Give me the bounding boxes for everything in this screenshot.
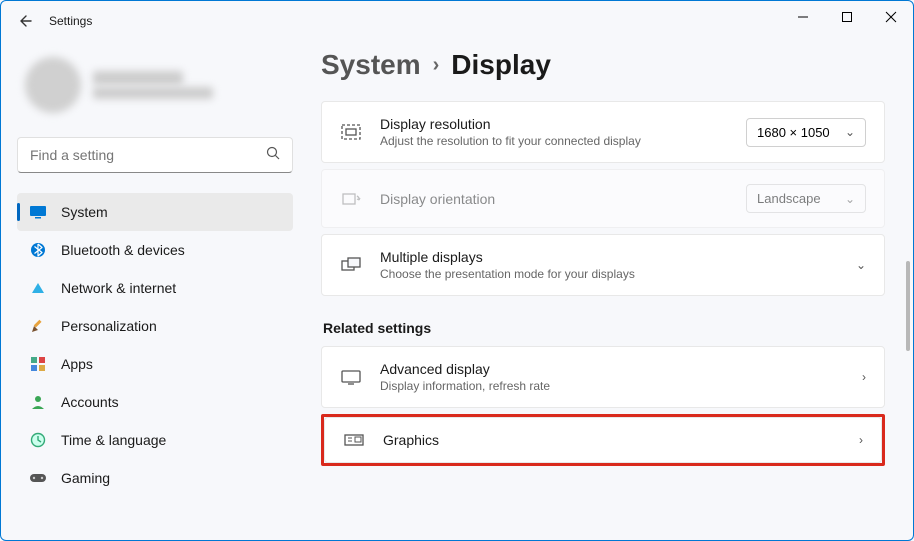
gaming-icon [29, 469, 47, 487]
titlebar: Settings [1, 1, 913, 41]
chevron-down-icon: ⌄ [856, 258, 866, 272]
chevron-down-icon: ⌄ [845, 192, 855, 206]
page-title: Display [451, 49, 551, 81]
bluetooth-icon [29, 241, 47, 259]
apps-icon [29, 355, 47, 373]
accounts-icon [29, 393, 47, 411]
dropdown-value: Landscape [757, 191, 821, 206]
sidebar-item-time-language[interactable]: Time & language [17, 421, 293, 459]
setting-title: Advanced display [380, 361, 844, 377]
sidebar-item-bluetooth[interactable]: Bluetooth & devices [17, 231, 293, 269]
sidebar-item-label: Accounts [61, 394, 119, 410]
setting-subtitle: Display information, refresh rate [380, 379, 844, 393]
sidebar-item-label: Personalization [61, 318, 157, 334]
setting-subtitle: Choose the presentation mode for your di… [380, 267, 838, 281]
window-title: Settings [49, 14, 92, 28]
chevron-down-icon: ⌄ [845, 125, 855, 139]
sidebar-item-label: Bluetooth & devices [61, 242, 185, 258]
minimize-button[interactable] [781, 1, 825, 33]
setting-display-resolution[interactable]: Display resolution Adjust the resolution… [321, 101, 885, 163]
sidebar-item-apps[interactable]: Apps [17, 345, 293, 383]
setting-graphics[interactable]: Graphics › [324, 417, 882, 463]
setting-title: Multiple displays [380, 249, 838, 265]
sidebar-item-label: System [61, 204, 108, 220]
network-icon [29, 279, 47, 297]
search-input[interactable] [30, 147, 266, 163]
graphics-icon [343, 432, 365, 448]
sidebar-item-gaming[interactable]: Gaming [17, 459, 293, 497]
setting-subtitle: Adjust the resolution to fit your connec… [380, 134, 728, 148]
sidebar-item-system[interactable]: System [17, 193, 293, 231]
chevron-right-icon: › [859, 433, 863, 447]
dropdown-value: 1680 × 1050 [757, 125, 830, 140]
sidebar: System Bluetooth & devices Network & int… [1, 41, 301, 540]
sidebar-item-label: Time & language [61, 432, 166, 448]
sidebar-item-label: Gaming [61, 470, 110, 486]
chevron-right-icon: › [862, 370, 866, 384]
avatar [25, 57, 81, 113]
sidebar-item-personalization[interactable]: Personalization [17, 307, 293, 345]
user-info [93, 71, 213, 99]
highlight-annotation: Graphics › [321, 414, 885, 466]
search-box[interactable] [17, 137, 293, 173]
breadcrumb-parent[interactable]: System [321, 49, 421, 81]
close-button[interactable] [869, 1, 913, 33]
resolution-dropdown[interactable]: 1680 × 1050 ⌄ [746, 118, 866, 147]
scrollbar[interactable] [905, 261, 911, 481]
orientation-icon [340, 190, 362, 208]
chevron-right-icon: › [433, 54, 440, 77]
back-button[interactable] [9, 5, 41, 37]
advanced-display-icon [340, 369, 362, 385]
close-icon [885, 11, 897, 23]
breadcrumb: System › Display [321, 49, 885, 81]
sidebar-item-network[interactable]: Network & internet [17, 269, 293, 307]
orientation-dropdown: Landscape ⌄ [746, 184, 866, 213]
personalization-icon [29, 317, 47, 335]
section-related-settings: Related settings [323, 320, 885, 336]
sidebar-item-label: Network & internet [61, 280, 176, 296]
multiple-displays-icon [340, 256, 362, 274]
setting-advanced-display[interactable]: Advanced display Display information, re… [321, 346, 885, 408]
system-icon [29, 203, 47, 221]
nav-list: System Bluetooth & devices Network & int… [17, 193, 293, 497]
sidebar-item-accounts[interactable]: Accounts [17, 383, 293, 421]
scrollbar-thumb[interactable] [906, 261, 910, 351]
setting-title: Display resolution [380, 116, 728, 132]
sidebar-item-label: Apps [61, 356, 93, 372]
resolution-icon [340, 123, 362, 141]
minimize-icon [797, 11, 809, 23]
maximize-icon [841, 11, 853, 23]
arrow-left-icon [17, 13, 33, 29]
setting-multiple-displays[interactable]: Multiple displays Choose the presentatio… [321, 234, 885, 296]
main-content: System › Display Display resolution Adju… [301, 41, 913, 540]
setting-title: Graphics [383, 432, 841, 448]
setting-display-orientation: Display orientation Landscape ⌄ [321, 169, 885, 228]
setting-title: Display orientation [380, 191, 728, 207]
time-language-icon [29, 431, 47, 449]
maximize-button[interactable] [825, 1, 869, 33]
user-account-block[interactable] [17, 41, 293, 137]
search-icon [266, 146, 280, 165]
